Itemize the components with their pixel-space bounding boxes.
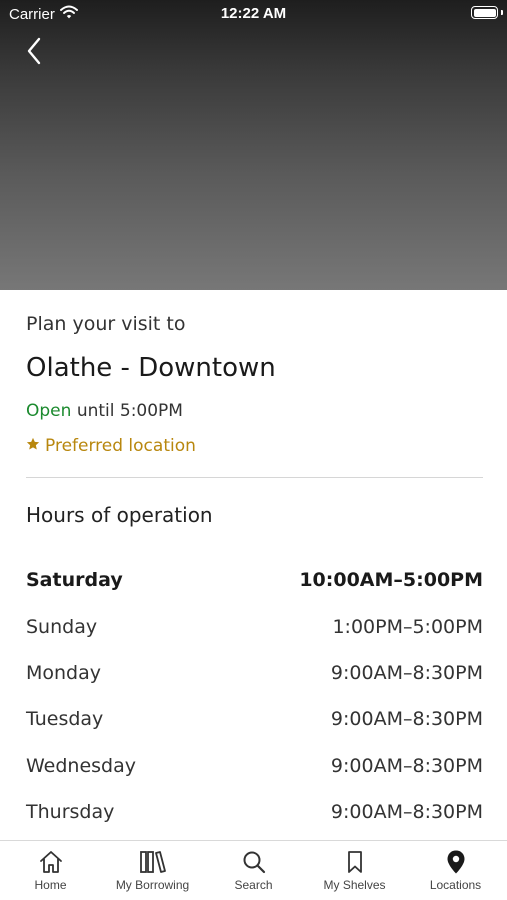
tab-my-borrowing-label: My Borrowing — [115, 878, 190, 892]
hours-day: Sunday — [26, 616, 98, 638]
tab-my-borrowing[interactable]: My Borrowing — [102, 841, 203, 900]
hours-time: 10:00AM–5:00PM — [299, 569, 483, 591]
hours-row-sunday: Sunday 1:00PM–5:00PM — [26, 607, 483, 647]
location-pin-icon — [445, 849, 467, 875]
hours-day: Tuesday — [26, 708, 104, 730]
hours-row-tuesday: Tuesday 9:00AM–8:30PM — [26, 699, 483, 739]
tab-my-shelves-label: My Shelves — [323, 878, 386, 892]
hours-row-saturday: Saturday 10:00AM–5:00PM — [26, 560, 483, 600]
star-icon — [26, 436, 40, 456]
preferred-location-label: Preferred location — [45, 436, 196, 456]
home-icon — [38, 849, 64, 875]
hours-time: 9:00AM–8:30PM — [330, 755, 483, 777]
books-icon — [139, 849, 167, 875]
hours-time: 9:00AM–8:30PM — [330, 708, 483, 730]
open-status: Open — [26, 401, 72, 421]
preferred-location[interactable]: Preferred location — [26, 436, 196, 456]
hours-row-monday: Monday 9:00AM–8:30PM — [26, 653, 483, 693]
location-hero-image — [0, 0, 507, 290]
hours-time: 9:00AM–8:30PM — [330, 801, 483, 823]
location-name: Olathe - Downtown — [26, 353, 276, 383]
hours-time: 1:00PM–5:00PM — [332, 616, 483, 638]
tab-my-shelves[interactable]: My Shelves — [304, 841, 405, 900]
open-status-line: Open until 5:00PM — [26, 401, 183, 421]
battery-icon — [471, 6, 498, 19]
bookmark-icon — [344, 849, 366, 875]
chevron-left-icon — [26, 37, 42, 69]
tab-locations[interactable]: Locations — [405, 841, 506, 900]
back-button[interactable] — [18, 36, 50, 70]
hours-time: 9:00AM–8:30PM — [330, 662, 483, 684]
hours-heading: Hours of operation — [26, 503, 213, 527]
tab-home[interactable]: Home — [0, 841, 101, 900]
status-bar: Carrier 12:22 AM — [0, 0, 507, 28]
hours-day: Monday — [26, 662, 102, 684]
hours-day: Thursday — [26, 801, 115, 823]
visit-intro-text: Plan your visit to — [26, 313, 186, 335]
open-until: until 5:00PM — [76, 401, 183, 421]
section-divider — [26, 477, 483, 478]
tab-search-label: Search — [234, 878, 273, 892]
hours-day: Wednesday — [26, 755, 137, 777]
tab-locations-label: Locations — [429, 878, 482, 892]
tab-search[interactable]: Search — [203, 841, 304, 900]
hours-row-thursday: Thursday 9:00AM–8:30PM — [26, 792, 483, 832]
status-time: 12:22 AM — [220, 5, 287, 22]
battery-cap — [501, 10, 503, 15]
hours-day: Saturday — [26, 569, 123, 591]
hours-row-wednesday: Wednesday 9:00AM–8:30PM — [26, 746, 483, 786]
tab-bar: Home My Borrowing Search My Shelves Loca… — [0, 840, 507, 900]
search-icon — [241, 849, 267, 875]
tab-home-label: Home — [34, 878, 67, 892]
